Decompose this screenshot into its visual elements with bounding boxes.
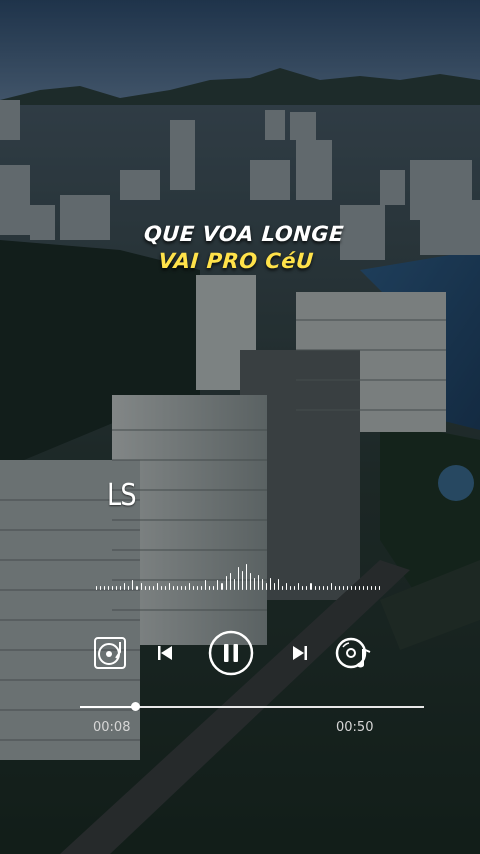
waveform-bar [152,586,154,590]
total-time: 00:50 [336,720,374,735]
progress-bar[interactable] [80,702,424,711]
waveform-bar [334,586,336,590]
waveform-bar [140,583,142,590]
waveform-bar [172,586,174,590]
waveform-bar [371,586,373,590]
dark-overlay [0,0,480,854]
lyric-line-highlight: VAI PRO CéU [157,249,315,273]
waveform-bar [322,586,324,590]
waveform-bar [367,586,369,590]
waveform-bar [282,586,284,590]
waveform-bar [237,567,239,590]
waveform-bar [124,583,126,590]
waveform-bar [193,586,195,590]
waveform-bar [229,573,231,590]
waveform-bar [108,586,110,590]
waveform-bar [96,586,98,590]
waveform-bar [375,586,377,590]
vinyl-player-button[interactable] [92,630,128,676]
waveform-bar [310,583,312,590]
progress-knob[interactable] [131,702,141,711]
waveform-bar [294,586,296,590]
waveform-bar [265,583,268,590]
waveform-bar [225,576,227,590]
waveform-bar [116,586,118,590]
waveform-bar [306,586,308,590]
waveform-bar [197,586,199,590]
waveform-bar [164,586,166,590]
waveform-bar [136,586,138,590]
waveform-bar [330,583,332,590]
waveform-bar [205,580,207,590]
waveform-bar [201,586,203,590]
waveform-bar [245,564,247,590]
progress-played [80,706,136,708]
pause-button[interactable] [208,630,254,676]
background-city-scene [0,0,480,854]
waveform-bar [253,578,255,590]
waveform-bar [257,575,259,590]
waveform-bar [104,586,106,590]
waveform-bar [298,583,300,590]
channel-watermark: LS [107,478,137,513]
elapsed-time: 00:08 [93,720,131,735]
waveform-bar [189,583,191,590]
waveform-bar [128,586,130,590]
waveform-bar [209,586,211,590]
waveform-bar [120,586,122,590]
waveform-bar [363,586,365,590]
waveform-bar [148,586,150,590]
waveform-bar [326,586,328,590]
waveform-bar [241,571,243,590]
waveform-bar [318,586,320,590]
waveform-bar [342,586,344,590]
vinyl-player-icon [94,637,126,669]
waveform-bar [156,583,158,590]
waveform-bar [302,586,304,590]
waveform-bar [278,579,280,590]
waveform-bar [314,586,316,590]
waveform-bar [286,583,288,590]
previous-track-button[interactable] [152,630,178,676]
waveform-bar [132,580,134,590]
waveform-bar [338,586,340,590]
audio-waveform [96,560,381,590]
pause-icon [208,630,254,676]
waveform-bar [346,586,348,590]
waveform-bar [350,586,352,590]
lyric-line-current: QUE VOA LONGE [143,222,345,246]
player-controls [0,630,480,676]
previous-track-icon [158,646,172,660]
waveform-bar [290,586,292,590]
waveform-bar [221,583,223,590]
waveform-bar [261,579,263,590]
music-disc-icon [335,637,371,669]
waveform-bar [176,586,178,590]
waveform-bar [359,586,361,590]
next-track-button[interactable] [287,630,313,676]
waveform-bar [355,586,357,590]
waveform-bar [249,573,251,590]
waveform-bar [185,586,187,590]
waveform-bar [217,580,219,590]
waveform-bar [233,579,235,590]
waveform-bar [100,586,102,590]
waveform-bar [274,583,276,590]
waveform-bar [168,583,170,590]
lyrics-caption: QUE VOA LONGE VAI PRO CéU [0,222,480,273]
music-disc-button[interactable] [334,630,374,676]
waveform-bar [112,586,114,590]
next-track-icon [293,646,307,660]
waveform-bar [144,586,146,590]
waveform-bar [213,586,215,590]
waveform-bar [270,578,272,590]
waveform-bar [160,586,162,590]
waveform-bar [180,586,183,590]
